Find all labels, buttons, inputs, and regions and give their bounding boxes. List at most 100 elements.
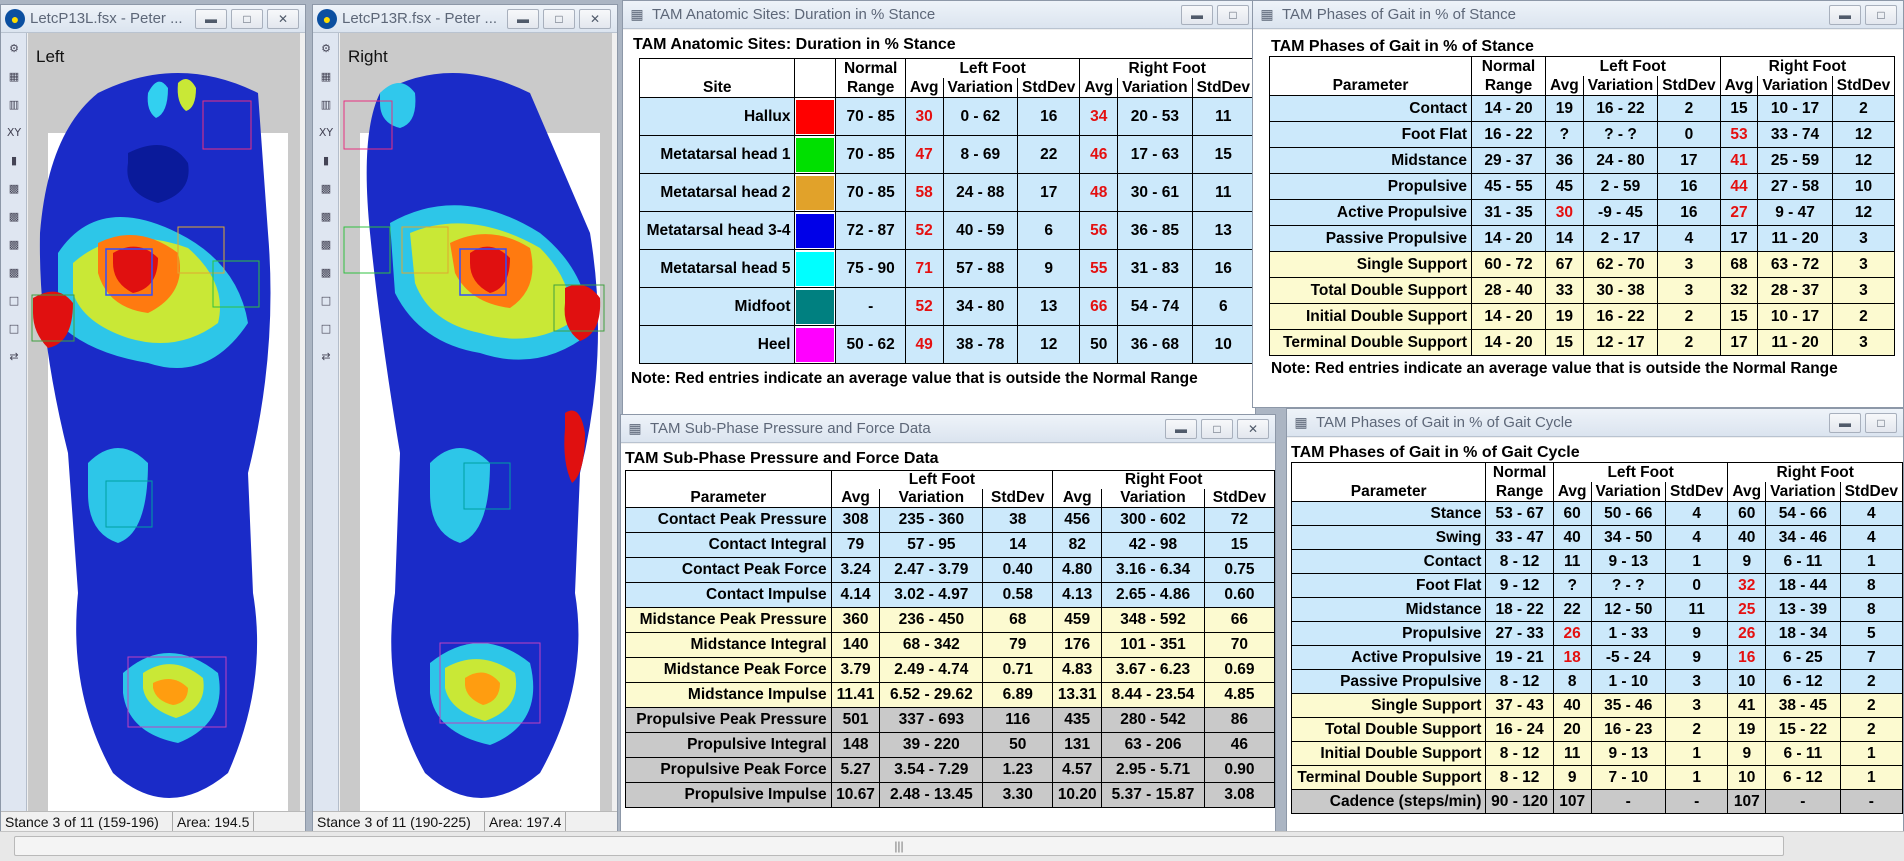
normal-range: 8 - 12: [1485, 549, 1554, 574]
col-normal: Normal Range: [1485, 462, 1554, 502]
horizontal-scrollbar[interactable]: |||: [0, 831, 1904, 861]
tool-icon[interactable]: ▮: [3, 147, 25, 173]
right-avg: 4.13: [1052, 582, 1103, 608]
right-avg: 17: [1719, 329, 1759, 356]
subphase-window[interactable]: ▦ TAM Sub-Phase Pressure and Force Data …: [620, 414, 1276, 832]
left-window-titlebar[interactable]: ● LetcP13L.fsx - Peter ... ▬ □ ✕: [1, 5, 305, 33]
right-foot-window[interactable]: ● LetcP13R.fsx - Peter ... ▬ □ ✕ ⚙ ▦ ▥ X…: [312, 4, 618, 834]
color-box: [796, 289, 835, 324]
right-pressure-map[interactable]: Right: [340, 33, 612, 811]
left-variation: -: [1590, 789, 1667, 814]
xy-tool[interactable]: XY: [3, 119, 25, 145]
maximize-button[interactable]: □: [1201, 418, 1233, 439]
chart-icon[interactable]: ▩: [315, 175, 337, 201]
phases-stance-window[interactable]: ▦ TAM Phases of Gait in % of Stance ▬ □ …: [1252, 0, 1904, 408]
chart-icon[interactable]: ▩: [3, 231, 25, 257]
normal-range: 33 - 47: [1485, 525, 1554, 550]
left-pressure-map[interactable]: Left: [28, 33, 300, 811]
chart-icon[interactable]: ▩: [315, 259, 337, 285]
subphase-titlebar[interactable]: ▦ TAM Sub-Phase Pressure and Force Data …: [621, 415, 1275, 443]
normal-range: 19 - 21: [1485, 645, 1554, 670]
left-variation: 12 - 17: [1582, 329, 1659, 356]
right-avg: 25: [1727, 597, 1767, 622]
anatomic-sites-window[interactable]: ▦ TAM Anatomic Sites: Duration in % Stan…: [622, 0, 1256, 418]
left-avg: 308: [830, 507, 881, 533]
maximize-button[interactable]: □: [1865, 412, 1897, 433]
left-variation: 34 - 80: [942, 287, 1019, 326]
left-stddev: 2: [1664, 717, 1729, 742]
table-row: Cadence (steps/min) 90 - 120 107- -107- -: [1290, 789, 1903, 814]
tool-icon[interactable]: ▮: [315, 147, 337, 173]
right-variation: 13 - 39: [1765, 597, 1841, 622]
left-variation: 236 - 450: [879, 607, 984, 633]
close-button[interactable]: ✕: [579, 8, 611, 29]
tool-icon[interactable]: ▦: [315, 63, 337, 89]
minimize-button[interactable]: ▬: [507, 8, 539, 29]
folder-icon[interactable]: □: [315, 315, 337, 341]
scrollbar-thumb[interactable]: |||: [14, 836, 1784, 856]
right-variation: 25 - 59: [1757, 147, 1833, 174]
normal-range: 60 - 72: [1471, 251, 1546, 278]
right-stddev: 8: [1839, 573, 1903, 598]
tool-icon[interactable]: ⚙: [3, 35, 25, 61]
anatomic-titlebar[interactable]: ▦ TAM Anatomic Sites: Duration in % Stan…: [623, 1, 1255, 29]
tool-icon[interactable]: ▥: [3, 91, 25, 117]
parameter-name: Single Support: [1269, 251, 1472, 278]
left-variation: 6.52 - 29.62: [879, 682, 984, 708]
phases-stance-titlebar[interactable]: ▦ TAM Phases of Gait in % of Stance ▬ □: [1253, 1, 1903, 29]
left-variation: ? - ?: [1582, 121, 1659, 148]
table-row: Midfoot -52 34 - 80 13 66 54 - 74 6: [638, 287, 1255, 326]
chart-icon[interactable]: ▩: [3, 175, 25, 201]
right-window-titlebar[interactable]: ● LetcP13R.fsx - Peter ... ▬ □ ✕: [313, 5, 617, 33]
parameter-name: Cadence (steps/min): [1290, 789, 1487, 814]
xy-tool[interactable]: XY: [315, 119, 337, 145]
chart-icon[interactable]: ▩: [3, 203, 25, 229]
left-foot-window[interactable]: ● LetcP13L.fsx - Peter ... ▬ □ ✕ ⚙ ▦ ▥ X…: [0, 4, 306, 834]
maximize-button[interactable]: □: [1865, 4, 1897, 25]
left-avg: 52: [904, 211, 944, 250]
table-row: Propulsive Peak Force 5.27 3.54 - 7.29 1.23…: [625, 757, 1275, 783]
minimize-button[interactable]: ▬: [1165, 418, 1197, 439]
tool-icon[interactable]: ⇄: [3, 343, 25, 369]
left-stddev: 116: [982, 707, 1054, 733]
folder-icon[interactable]: □: [3, 315, 25, 341]
minimize-button[interactable]: ▬: [1829, 4, 1861, 25]
left-avg: ?: [1545, 121, 1584, 148]
right-variation: 300 - 602: [1101, 507, 1205, 533]
chart-icon[interactable]: ▩: [3, 259, 25, 285]
parameter-name: Midstance Integral: [625, 632, 832, 658]
tool-icon[interactable]: ⇄: [315, 343, 337, 369]
left-stddev: 0.58: [982, 582, 1054, 608]
right-variation: 18 - 44: [1765, 573, 1841, 598]
tool-icon[interactable]: ⚙: [315, 35, 337, 61]
normal-range: 8 - 12: [1485, 669, 1554, 694]
minimize-button[interactable]: ▬: [195, 8, 227, 29]
left-stddev: 3: [1664, 693, 1729, 718]
left-avg: 79: [830, 532, 881, 558]
tool-icon[interactable]: ▦: [3, 63, 25, 89]
chart-icon[interactable]: ▩: [315, 231, 337, 257]
table-row: Propulsive 45 - 55 45 2 - 59 16 44 27 - 58 10: [1269, 173, 1896, 200]
left-avg: 26: [1552, 621, 1592, 646]
left-avg: 22: [1552, 597, 1592, 622]
maximize-button[interactable]: □: [543, 8, 575, 29]
close-button[interactable]: ✕: [1237, 418, 1269, 439]
maximize-button[interactable]: □: [231, 8, 263, 29]
right-variation: 34 - 46: [1765, 525, 1841, 550]
phases-cycle-window[interactable]: ▦ TAM Phases of Gait in % of Gait Cycle …: [1286, 408, 1904, 832]
tool-icon[interactable]: ▥: [315, 91, 337, 117]
folder-icon[interactable]: □: [3, 287, 25, 313]
table-row: Stance 53 - 67 60 50 - 66 4 60 54 - 66 4: [1290, 501, 1903, 526]
phases-cycle-titlebar[interactable]: ▦ TAM Phases of Gait in % of Gait Cycle …: [1287, 409, 1903, 437]
minimize-button[interactable]: ▬: [1829, 412, 1861, 433]
grid-icon: ▦: [1260, 6, 1274, 22]
site-color-swatch: [794, 287, 837, 326]
close-button[interactable]: ✕: [267, 8, 299, 29]
chart-icon[interactable]: ▩: [315, 203, 337, 229]
col-stddev: StdDev: [1664, 482, 1729, 502]
folder-icon[interactable]: □: [315, 287, 337, 313]
minimize-button[interactable]: ▬: [1181, 4, 1213, 25]
left-window-title: LetcP13L.fsx - Peter ...: [30, 10, 183, 27]
site-name: Metatarsal head 2: [638, 173, 796, 212]
maximize-button[interactable]: □: [1217, 4, 1249, 25]
